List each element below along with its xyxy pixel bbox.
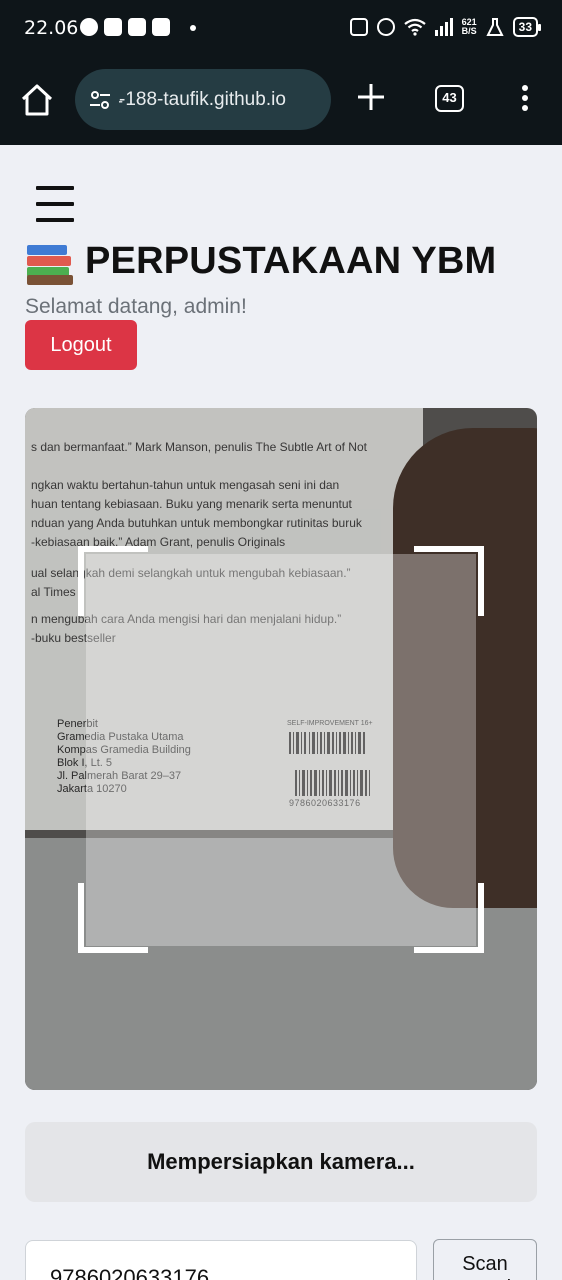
feed-line: ngkan waktu bertahun-tahun untuk mengasa… xyxy=(31,478,340,492)
feed-line: huan tentang kebiasaan. Buku yang menari… xyxy=(31,497,352,511)
barcode-camera-view[interactable]: s dan bermanfaat.” Mark Manson, penulis … xyxy=(25,408,537,1090)
new-tab-icon[interactable] xyxy=(356,82,386,112)
notification-icons xyxy=(80,18,170,36)
more-options-icon[interactable] xyxy=(518,85,532,115)
scan-barcode-button[interactable]: Scan Barcode xyxy=(433,1239,537,1280)
page-title: PERPUSTAKAAN YBM xyxy=(85,240,497,282)
vibrate-icon xyxy=(349,18,368,36)
logout-button[interactable]: Logout xyxy=(25,320,137,370)
network-speed: 621 B/S xyxy=(462,18,477,36)
feed-line: nduan yang Anda butuhkan untuk membongka… xyxy=(31,516,362,530)
address-bar[interactable]: ̵-188-taufik.github.io xyxy=(75,69,331,130)
scan-frame-corner-bl xyxy=(78,883,148,953)
clock: 22.06 xyxy=(24,17,79,39)
feed-line: s dan bermanfaat.” Mark Manson, penulis … xyxy=(31,440,367,454)
site-settings-icon[interactable] xyxy=(89,90,111,110)
battery-indicator: 33 xyxy=(512,17,542,37)
signal-icon xyxy=(434,18,453,36)
system-icons: 621 B/S 33 xyxy=(349,17,542,37)
status-bar: 22.06 621 B/S 33 xyxy=(0,0,562,58)
scanner-status: Mempersiapkan kamera... xyxy=(25,1122,537,1202)
tab-switcher-button[interactable]: 43 xyxy=(435,85,464,112)
scan-frame-corner-br xyxy=(414,883,484,953)
isbn-input[interactable]: 9786020633176 xyxy=(25,1240,417,1280)
lab-flask-icon xyxy=(486,18,504,36)
scan-frame-corner-tr xyxy=(414,546,484,616)
app-notification-icon xyxy=(128,18,146,36)
url-text: ̵-188-taufik.github.io xyxy=(119,89,286,110)
capcut-icon xyxy=(152,18,170,36)
home-icon[interactable] xyxy=(20,83,54,117)
wifi-icon xyxy=(403,18,426,36)
welcome-message: Selamat datang, admin! xyxy=(25,295,247,318)
network-speed-unit: B/S xyxy=(461,26,477,36)
alarm-icon xyxy=(376,18,395,36)
more-notifications-dot xyxy=(190,25,196,31)
youtube-icon xyxy=(104,18,122,36)
hamburger-menu-icon[interactable] xyxy=(36,186,74,224)
browser-toolbar: ̵-188-taufik.github.io 43 xyxy=(0,58,562,145)
scan-frame-corner-tl xyxy=(78,546,148,616)
books-icon xyxy=(25,241,75,285)
page-header: PERPUSTAKAAN YBM xyxy=(25,240,497,285)
whatsapp-icon xyxy=(80,18,98,36)
